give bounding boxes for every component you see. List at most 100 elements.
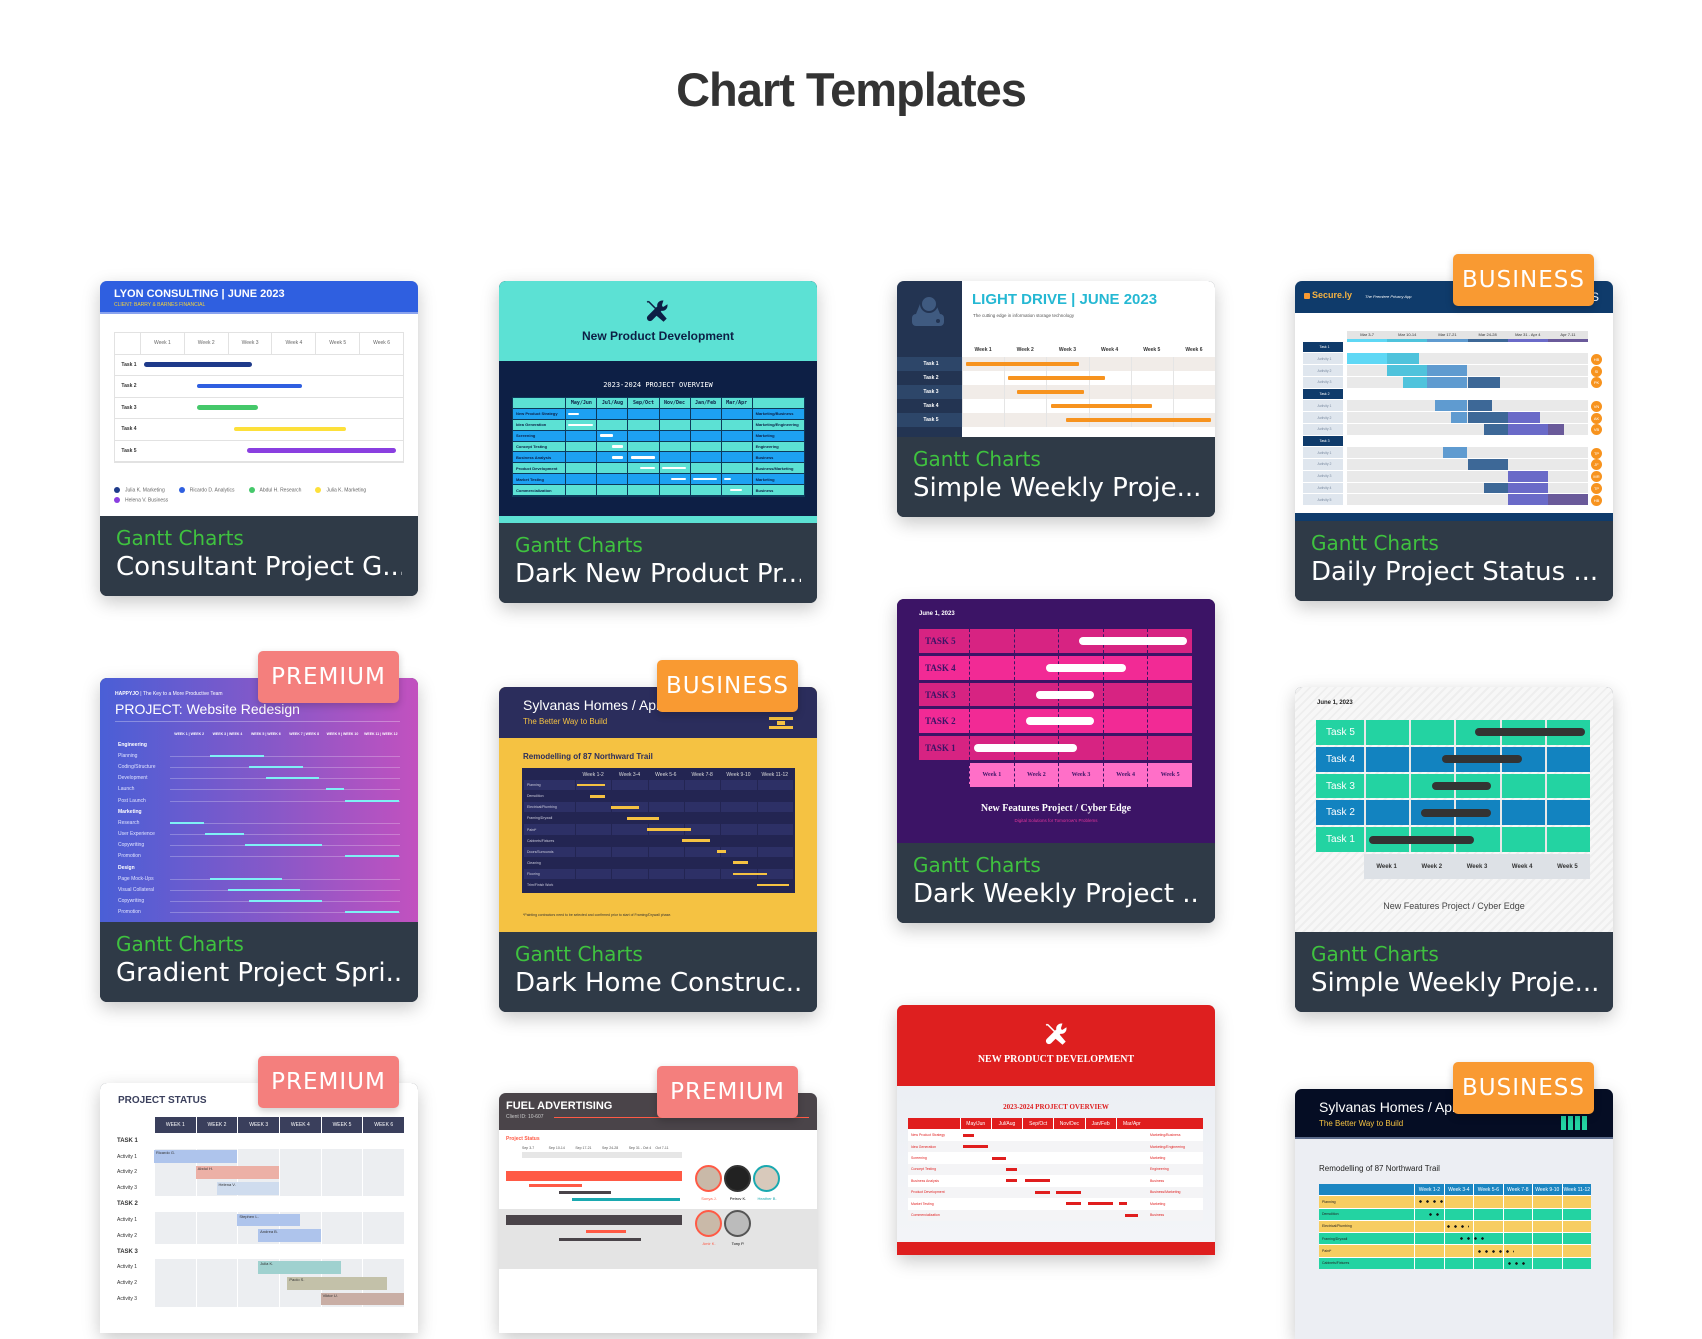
grid-cell <box>649 858 684 868</box>
grid-cell <box>1532 1196 1561 1208</box>
grid-cell <box>237 1291 279 1307</box>
grid-cell <box>576 813 611 823</box>
row-track <box>960 1164 1147 1175</box>
gantt-row: Activity 1 HB <box>1303 353 1602 365</box>
template-card[interactable]: PREMIUM PROJECT STATUS WEEK 1 WEEK 2 WEEK … <box>100 1056 418 1333</box>
gantt-row: Cabinets/Fixtures <box>1319 1256 1591 1269</box>
card-title[interactable]: Consultant Project G... <box>116 550 402 584</box>
column-header: WEEK 11 | WEEK 12 <box>364 731 398 736</box>
row-track <box>960 1175 1147 1186</box>
row-label: Demolition <box>1319 1208 1415 1220</box>
row-track <box>140 419 403 440</box>
row-track: HB <box>1347 353 1602 365</box>
row-track <box>565 419 751 430</box>
template-card[interactable]: LIGHT DRIVE | JUNE 2023 The cutting edge… <box>897 281 1215 517</box>
card-title[interactable]: Dark Weekly Project ... <box>913 877 1199 911</box>
column-header: Week 5-6 <box>655 772 677 779</box>
grid-cell <box>362 1227 404 1244</box>
gantt-row: Product Development Business/Marketing <box>513 463 804 475</box>
template-card[interactable]: BUSINESS Secure.ly The Premiere Privacy … <box>1295 254 1613 601</box>
template-card[interactable]: PREMIUM HAPPYJO | The Key to a More Prod… <box>100 651 418 1002</box>
grid-cell <box>1147 736 1192 761</box>
legend-item: Julia K. Marketing <box>315 487 366 493</box>
grid-cell <box>1347 459 1387 470</box>
column-header: Mar 17-21 <box>1427 331 1468 342</box>
thumb-subheading: Digital Solutions for Tomorrow's Problem… <box>1014 818 1098 823</box>
gantt-bar <box>196 405 259 410</box>
gantt-row: TASK 1 <box>919 736 1192 761</box>
grid-cell <box>627 419 658 430</box>
grid-cell <box>1130 371 1173 385</box>
avatar <box>724 1165 751 1192</box>
grid-cell <box>627 441 658 452</box>
card-category: Gantt Charts <box>515 533 643 557</box>
grid-cell <box>612 780 648 791</box>
building-icon <box>1561 1116 1587 1130</box>
grid-cell <box>757 780 793 791</box>
template-card[interactable]: BUSINESS Sylvanas Homes / April The Bett… <box>499 660 817 1012</box>
gantt-row: Promotion <box>115 907 400 918</box>
row-track <box>565 485 751 496</box>
bar-label: Paolo S. <box>289 1276 305 1282</box>
header-spacer <box>513 398 565 408</box>
template-thumbnail: LYON CONSULTING | JUNE 2023 CLIENT: BARR… <box>100 281 418 516</box>
grid-cell <box>154 1164 196 1181</box>
template-thumbnail: June 1, 2023 Week 1 Week 2 Week 3 Week 4 Wee… <box>1295 687 1613 932</box>
template-card[interactable]: June 1, 2023 Week 1 Week 2 Week 3 Week 4 Wee… <box>897 599 1215 923</box>
gantt-header-row: Week 1 Week 2 Week 3 Week 4 Week 5 Week 6 <box>115 333 403 355</box>
grid-cell <box>1347 365 1387 376</box>
column-header: Week 4 <box>271 333 315 354</box>
card-title[interactable]: Dark New Product Pr... <box>515 557 801 591</box>
row-label: Activity 1 <box>117 1216 138 1223</box>
column-header: May/Jun <box>565 398 596 408</box>
card-title[interactable]: Dark Home Construc... <box>515 966 801 1000</box>
row-label: Framing/Drywall <box>527 816 553 821</box>
row-label: New Product Strategy <box>911 1133 946 1138</box>
grid-cell <box>323 896 361 907</box>
grid-cell <box>1548 353 1588 364</box>
row-track <box>565 430 751 441</box>
gantt-bar <box>1035 690 1094 699</box>
grid-cell <box>1443 1208 1473 1220</box>
assignee-avatar: HB <box>1591 494 1602 506</box>
card-title[interactable]: Simple Weekly Proje... <box>913 471 1199 505</box>
row-label: Copywriting <box>118 898 145 905</box>
grid-cell <box>1102 736 1148 761</box>
row-label: Activity 2 <box>117 1232 138 1239</box>
column-header: Week 4 <box>1102 763 1148 787</box>
grid-cell <box>1053 1141 1084 1152</box>
grid-cell <box>685 858 720 868</box>
row-track <box>565 441 751 452</box>
row-label: Task 3 <box>897 385 962 399</box>
header-track: Week 1 Week 2 Week 3 Week 4 Week 5 <box>1364 854 1590 879</box>
grid-cell <box>285 784 323 795</box>
template-card[interactable]: PREMIUM FUEL ADVERTISING Client ID: 10-6… <box>499 1066 817 1333</box>
gantt-row: Activity 3 VB <box>1303 423 1602 436</box>
grid-cell <box>649 836 684 846</box>
template-card[interactable]: NEW PRODUCT DEVELOPMENT 2023-2024 PROJEC… <box>897 1005 1215 1255</box>
column-header: Nov/Dec <box>658 398 690 408</box>
gantt-grid: Week 1 Week 2 Week 3 Week 4 Week 5 Task 5 Task… <box>1316 720 1590 879</box>
header-track: Week 1 Week 2 Week 3 Week 4 Week 5 Week 6 <box>140 333 403 354</box>
grid-cell <box>362 1148 404 1165</box>
grid-cell <box>1022 1152 1053 1163</box>
template-card[interactable]: LYON CONSULTING | JUNE 2023 CLIENT: BARR… <box>100 281 418 596</box>
grid-cell <box>1013 629 1059 653</box>
card-title[interactable]: Gradient Project Spri... <box>116 956 402 990</box>
row-label: Activity 3 <box>117 1185 138 1192</box>
row-track <box>960 1141 1147 1152</box>
gantt-bar <box>611 806 640 809</box>
template-card[interactable]: June 1, 2023 Week 1 Week 2 Week 3 Week 4 Wee… <box>1295 687 1613 1012</box>
template-card[interactable]: New Product Development 2023-2024 PROJEC… <box>499 281 817 603</box>
card-title[interactable]: Daily Project Status ... <box>1311 555 1597 589</box>
template-card[interactable]: BUSINESS Sylvanas Homes / April 2 The Be… <box>1295 1062 1613 1339</box>
grid-cell <box>1116 1129 1147 1140</box>
grid-cell <box>1427 483 1467 494</box>
column-header: Nov/Dec <box>1053 1118 1084 1130</box>
business-badge: BUSINESS <box>657 660 798 712</box>
card-title[interactable]: Simple Weekly Proje... <box>1311 966 1597 1000</box>
gantt-row: Activity 1 Julia K. <box>114 1259 404 1276</box>
gantt-row: Activity 2 JF <box>1303 459 1602 471</box>
row-track <box>1364 720 1590 745</box>
column-header: Week 7-8 <box>1502 1184 1533 1196</box>
